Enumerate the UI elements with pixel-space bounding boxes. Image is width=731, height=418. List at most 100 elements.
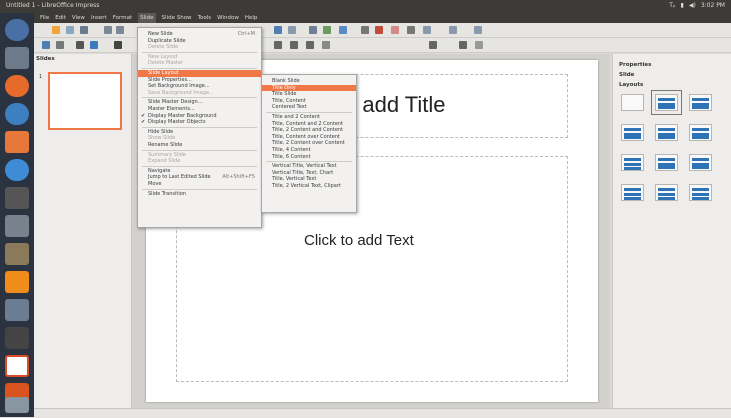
slide-menu-item-slide-layout[interactable]: Slide Layout xyxy=(138,70,261,77)
align-icon[interactable] xyxy=(474,26,482,34)
rotate-icon[interactable] xyxy=(449,26,457,34)
layout-item-title-content-over-content[interactable]: Title, Content over Content xyxy=(262,134,356,141)
slide-menu-item-save-background-image[interactable]: Save Background Image... xyxy=(138,90,261,97)
layout-item-vertical-title-text-chart[interactable]: Vertical Title, Text, Chart xyxy=(262,170,356,177)
layout-thumbnail[interactable] xyxy=(689,94,712,111)
slide-menu-item-set-background-image[interactable]: Set Background Image... xyxy=(138,83,261,90)
slide-menu-item-expand-slide[interactable]: Expand Slide xyxy=(138,158,261,165)
layout-item-title-only[interactable]: Title Only xyxy=(262,84,356,92)
writer-icon[interactable] xyxy=(5,355,29,377)
layout-item-title-content-and-2-content[interactable]: Title, Content and 2 Content xyxy=(262,121,356,128)
menu-view[interactable]: View xyxy=(72,13,85,23)
tray-item[interactable]: ◀) xyxy=(689,2,696,9)
layout-thumbnail[interactable] xyxy=(621,184,644,201)
fontwork-icon[interactable] xyxy=(391,26,399,34)
textbox-icon[interactable] xyxy=(361,26,369,34)
save-icon[interactable] xyxy=(80,26,88,34)
slide-menu-item-delete-slide[interactable]: Delete Slide xyxy=(138,44,261,51)
menu-slide[interactable]: Slide xyxy=(138,13,156,23)
layout-item-vertical-title-vertical-text[interactable]: Vertical Title, Vertical Text xyxy=(262,163,356,170)
basic-shapes-icon[interactable] xyxy=(290,41,298,49)
slide-menu-item-display-master-objects[interactable]: ✔ Display Master Objects xyxy=(138,119,261,126)
slide-menu-item-navigate[interactable]: Navigate xyxy=(138,168,261,175)
slide-menu-item-show-slide[interactable]: Show Slide xyxy=(138,135,261,142)
layout-item-title-slide[interactable]: Title Slide xyxy=(262,91,356,98)
new-document-icon[interactable] xyxy=(52,26,60,34)
slide-menu-item-jump-to-last-edited-slide[interactable]: Jump to Last Edited Slide Alt+Shift+F5 xyxy=(138,174,261,181)
menu-edit[interactable]: Edit xyxy=(55,13,66,23)
layout-item-title-2-content-and-content[interactable]: Title, 2 Content and Content xyxy=(262,127,356,134)
menu-help[interactable]: Help xyxy=(245,13,258,23)
settings-icon[interactable] xyxy=(5,299,29,321)
layout-item-title-2-vertical-text-clipart[interactable]: Title, 2 Vertical Text, Clipart xyxy=(262,183,356,190)
layout-item-title-and-2-content[interactable]: Title and 2 Content xyxy=(262,114,356,121)
slide-menu-item-duplicate-slide[interactable]: Duplicate Slide xyxy=(138,38,261,45)
text-icon[interactable] xyxy=(76,41,84,49)
layout-item-centered-text[interactable]: Centered Text xyxy=(262,104,356,111)
layout-thumbnail[interactable] xyxy=(689,154,712,171)
terminal-icon[interactable] xyxy=(5,187,29,209)
layout-thumbnail[interactable] xyxy=(621,124,644,141)
undo-icon[interactable] xyxy=(104,26,112,34)
layout-item-title-2-content-over-content[interactable]: Title, 2 Content over Content xyxy=(262,140,356,147)
open-icon[interactable] xyxy=(66,26,74,34)
chart-icon[interactable] xyxy=(339,26,347,34)
slide-menu-item-display-master-background[interactable]: ✔ Display Master Background xyxy=(138,113,261,120)
slide-menu-item-hide-slide[interactable]: Hide Slide xyxy=(138,129,261,136)
slide-thumbnail[interactable] xyxy=(48,72,122,130)
layout-item-title-6-content[interactable]: Title, 6 Content xyxy=(262,154,356,161)
menu-slide-show[interactable]: Slide Show xyxy=(162,13,192,23)
redo-icon[interactable] xyxy=(116,26,124,34)
slide-menu-item-summary-slide[interactable]: Summary Slide xyxy=(138,152,261,159)
vlc-icon[interactable] xyxy=(5,271,29,293)
dash-icon[interactable] xyxy=(5,19,29,41)
crop-icon[interactable] xyxy=(459,41,467,49)
menu-window[interactable]: Window xyxy=(217,13,239,23)
layout-item-title-4-content[interactable]: Title, 4 Content xyxy=(262,147,356,154)
slide-menu-item-new-slide[interactable]: New Slide Ctrl+M xyxy=(138,31,261,38)
slide-menu-item-slide-properties[interactable]: Slide Properties... xyxy=(138,77,261,84)
slide-section-header[interactable]: Slide xyxy=(619,72,634,78)
layout-thumbnail[interactable] xyxy=(621,94,644,111)
camera-icon[interactable] xyxy=(5,327,29,349)
symbol-shapes-icon[interactable] xyxy=(306,41,314,49)
slide-menu-item-move[interactable]: Move xyxy=(138,181,261,188)
layout-thumbnail[interactable] xyxy=(655,124,678,141)
3d-objects-icon[interactable] xyxy=(429,41,437,49)
layout-thumbnail[interactable] xyxy=(689,124,712,141)
extrusion-icon[interactable] xyxy=(475,41,483,49)
layout-thumbnail[interactable] xyxy=(655,154,678,171)
image-icon[interactable] xyxy=(323,26,331,34)
tray-item[interactable]: 3:02 PM xyxy=(701,2,725,9)
line-tool-icon[interactable] xyxy=(114,41,122,49)
layout-item-blank-slide[interactable]: Blank Slide xyxy=(262,78,356,85)
menu-file[interactable]: File xyxy=(40,13,49,23)
slide-menu-item-delete-master[interactable]: Delete Master xyxy=(138,60,261,67)
layouts-section-header[interactable]: Layouts xyxy=(619,82,643,88)
menu-format[interactable]: Format xyxy=(113,13,132,23)
display-views-icon[interactable] xyxy=(274,26,282,34)
layout-thumbnail[interactable] xyxy=(689,184,712,201)
chromium-icon[interactable] xyxy=(5,159,29,181)
layout-item-title-content[interactable]: Title, Content xyxy=(262,98,356,105)
trash-icon[interactable] xyxy=(5,397,29,413)
slide-menu-item-slide-master-design[interactable]: Slide Master Design... xyxy=(138,99,261,106)
screenshot-icon[interactable] xyxy=(5,215,29,237)
slide-menu-item-new-layout[interactable]: New Layout xyxy=(138,54,261,61)
layout-thumbnail[interactable] xyxy=(655,184,678,201)
thunderbird-icon[interactable] xyxy=(5,103,29,125)
slide-menu-item-rename-slide[interactable]: Rename Slide xyxy=(138,142,261,149)
tray-item[interactable]: ▮ xyxy=(681,2,684,9)
special-character-icon[interactable] xyxy=(375,26,383,34)
slide-menu-item-master-elements[interactable]: Master Elements... xyxy=(138,106,261,113)
master-slide-icon[interactable] xyxy=(288,26,296,34)
shapes-icon[interactable] xyxy=(423,26,431,34)
select-icon[interactable] xyxy=(42,41,50,49)
slide-menu-item-slide-transition[interactable]: Slide Transition xyxy=(138,191,261,198)
menu-tools[interactable]: Tools xyxy=(198,13,212,23)
software-center-icon[interactable] xyxy=(5,131,29,153)
gimp-icon[interactable] xyxy=(5,243,29,265)
stars-icon[interactable] xyxy=(322,41,330,49)
layout-thumbnail[interactable] xyxy=(651,90,682,115)
zoom-icon[interactable] xyxy=(56,41,64,49)
